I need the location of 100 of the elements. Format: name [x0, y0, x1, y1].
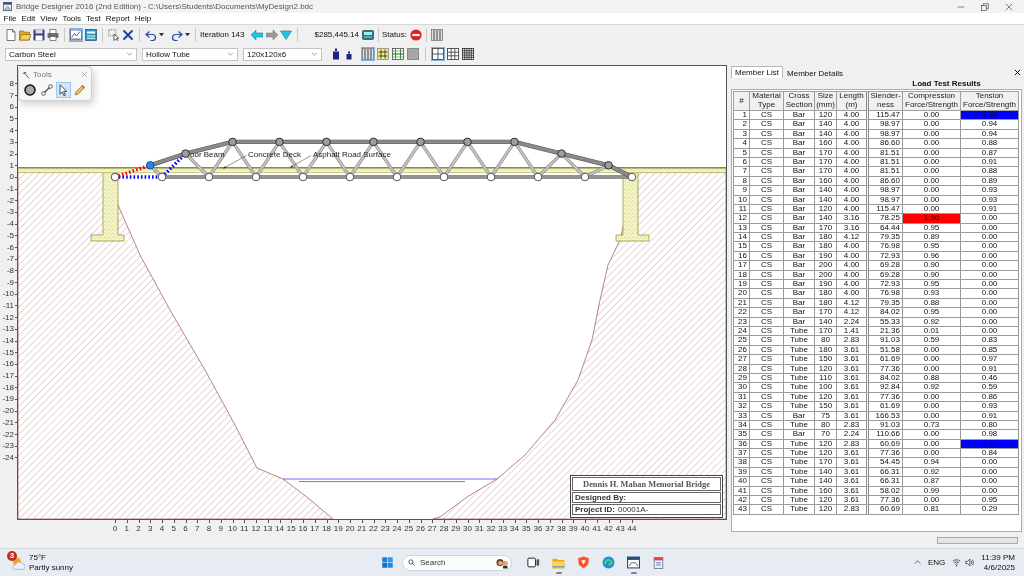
- triangle-down-button[interactable]: [279, 27, 294, 42]
- new-file-icon: [5, 28, 17, 41]
- table-cell: 0.00: [961, 270, 1019, 281]
- fine-grid-button[interactable]: [461, 47, 475, 61]
- table-cell: 32: [733, 402, 750, 412]
- table-cell: 0.00: [961, 467, 1019, 478]
- table-cell: 3.61: [837, 467, 869, 478]
- search-field[interactable]: Search: [402, 554, 512, 571]
- table-cell: 150: [815, 355, 837, 365]
- shaded-square-button[interactable]: [406, 47, 420, 61]
- table-cell: 200: [815, 270, 837, 281]
- table-cell: CS: [750, 458, 784, 468]
- network-volume-button[interactable]: [952, 558, 975, 567]
- arrow-right-button[interactable]: [265, 27, 280, 42]
- table-cell: 3.61: [837, 402, 869, 412]
- tab[interactable]: Member List: [731, 66, 783, 78]
- arrow-right-icon: [266, 28, 279, 41]
- arrow-left-button[interactable]: [250, 27, 265, 42]
- iteration-label: Iteration 143: [200, 30, 245, 39]
- chevron-up-icon: [914, 559, 921, 566]
- delete-button[interactable]: [121, 27, 135, 42]
- columns-button[interactable]: [429, 27, 444, 42]
- save-button[interactable]: [32, 27, 46, 42]
- table-cell: 1.41: [837, 327, 869, 337]
- sketch-sheet-button[interactable]: [69, 27, 83, 42]
- print-button[interactable]: [46, 27, 60, 42]
- leader-line: [289, 155, 312, 168]
- language-indicator[interactable]: ENG: [928, 558, 946, 567]
- table-cell: 140: [815, 467, 837, 478]
- table-cell: 3.61: [837, 364, 869, 374]
- display-panel-button[interactable]: [361, 27, 375, 42]
- table-cell: 0.00: [961, 317, 1019, 327]
- table-cell: 4.00: [837, 204, 869, 215]
- open-folder-icon: [19, 28, 31, 41]
- show-hidden-icons-button[interactable]: [914, 559, 921, 566]
- table-cell: 24: [733, 327, 750, 337]
- clock-date[interactable]: 4/6/2025: [983, 563, 1015, 572]
- hammer-icon: [22, 70, 30, 79]
- menu-item[interactable]: Help: [132, 14, 154, 23]
- table-cell: 21: [733, 298, 750, 309]
- table-cell: 21.36: [869, 327, 903, 337]
- tab[interactable]: Member Details: [783, 67, 848, 78]
- columns-button[interactable]: [361, 47, 375, 61]
- close-button[interactable]: [1014, 68, 1021, 76]
- menu-item[interactable]: Edit: [18, 14, 38, 23]
- clock-time[interactable]: 11:39 PM: [981, 553, 1015, 562]
- new-file-button[interactable]: [4, 27, 18, 42]
- ruler-label: -23: [0, 439, 17, 452]
- box-select-button[interactable]: [107, 27, 121, 42]
- coarse-grid-button[interactable]: [431, 47, 445, 61]
- table-cell: 0.96: [903, 251, 961, 262]
- table-cell: 4.12: [837, 308, 869, 318]
- table-cell: 31: [733, 392, 750, 403]
- menu-item[interactable]: View: [37, 14, 60, 23]
- no-entry-button[interactable]: [408, 27, 423, 42]
- table-cell: Bar: [784, 176, 815, 187]
- table-cell: 3.61: [837, 496, 869, 506]
- table-cell: CS: [750, 186, 784, 196]
- table-cell: 15: [733, 242, 750, 252]
- table-cell: CS: [750, 355, 784, 365]
- ruler-label: -15: [0, 346, 17, 359]
- window-title: Bridge Designer 2016 (2nd Edition) - C:\Users\Students\Documents\MyDesign2.bdc: [16, 2, 314, 11]
- section-dropdown[interactable]: Hollow Tube: [142, 47, 238, 61]
- menu-item[interactable]: Tools: [59, 14, 84, 23]
- size-dropdown[interactable]: 120x120x6: [243, 47, 322, 61]
- ruler-label: 0: [109, 520, 121, 536]
- table-cell: 0.94: [961, 129, 1019, 140]
- table-cell: 25: [733, 336, 750, 346]
- bridge-view-button[interactable]: [84, 27, 98, 42]
- menu-item[interactable]: Test: [83, 14, 104, 23]
- frame-grid-button[interactable]: [391, 47, 405, 61]
- table-cell: CS: [750, 167, 784, 177]
- member-segment-tool-button[interactable]: [38, 82, 55, 98]
- joint-node: [439, 172, 449, 182]
- circle-tool-button[interactable]: [22, 82, 38, 98]
- material-dropdown[interactable]: Carbon Steel: [5, 47, 137, 61]
- chevron-down-icon: [126, 52, 133, 56]
- hash-grid-button[interactable]: [376, 47, 390, 61]
- chevron-down-icon: [227, 52, 234, 56]
- table-cell: 2.83: [837, 420, 869, 431]
- menu-item[interactable]: File: [1, 14, 19, 23]
- table-cell: CS: [750, 251, 784, 262]
- table-cell: 34: [733, 420, 750, 431]
- ruler-label: 28: [438, 520, 450, 536]
- table-cell: Bar: [784, 120, 815, 130]
- medium-grid-button[interactable]: [446, 47, 460, 61]
- ruler-label: 9: [214, 520, 227, 536]
- pencil-tool-button[interactable]: [72, 82, 88, 98]
- ruler-label: 44: [626, 520, 638, 536]
- table-cell: 0.01: [903, 327, 961, 337]
- table-cell: 0.95: [903, 308, 961, 318]
- table-cell: 3.61: [837, 392, 869, 403]
- ruler-label: 1: [0, 159, 17, 172]
- table-cell: 86.60: [869, 139, 903, 149]
- table-cell: 0.00: [903, 195, 961, 205]
- table-cell: 4.00: [837, 280, 869, 290]
- menu-item[interactable]: Report: [103, 14, 133, 23]
- pointer-tool-button[interactable]: [55, 82, 72, 98]
- table-cell: 0.83: [961, 336, 1019, 346]
- tall-block-button[interactable]: [330, 47, 342, 61]
